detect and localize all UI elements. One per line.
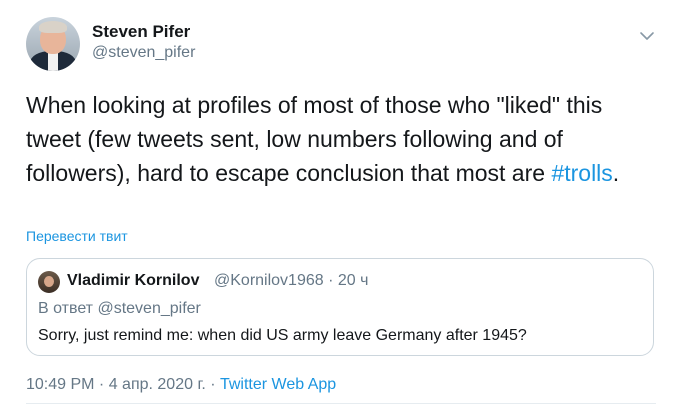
tweet-body: When looking at profiles of most of thos… (26, 92, 603, 186)
quoted-author-handle-time: @Kornilov1968 · 20 ч (214, 272, 369, 289)
quoted-author-display-name: Vladimir Kornilov (67, 272, 200, 289)
quoted-tweet-card[interactable]: Vladimir Kornilov @Kornilov1968 · 20 ч В… (26, 258, 654, 356)
tweet-body-end: . (612, 160, 620, 186)
tweet-timestamp[interactable]: 10:49 PM · 4 апр. 2020 г. · (26, 376, 220, 393)
reply-context: В ответ @steven_pifer (38, 300, 201, 317)
author-handle[interactable]: @steven_pifer (92, 44, 195, 62)
author-display-name[interactable]: Steven Pifer (92, 22, 190, 42)
quoted-tweet-text: Sorry, just remind me: when did US army … (38, 327, 527, 344)
divider (26, 403, 656, 404)
source-app-link[interactable]: Twitter Web App (220, 376, 336, 393)
chevron-down-icon[interactable] (638, 30, 656, 42)
translate-tweet-link[interactable]: Перевести твит (26, 228, 128, 244)
hashtag-link[interactable]: #trolls (551, 160, 612, 186)
author-avatar[interactable] (26, 17, 80, 71)
tweet-text: When looking at profiles of most of thos… (26, 88, 656, 190)
tweet-meta: 10:49 PM · 4 апр. 2020 г. · Twitter Web … (26, 376, 336, 394)
quoted-author-avatar (38, 271, 60, 293)
